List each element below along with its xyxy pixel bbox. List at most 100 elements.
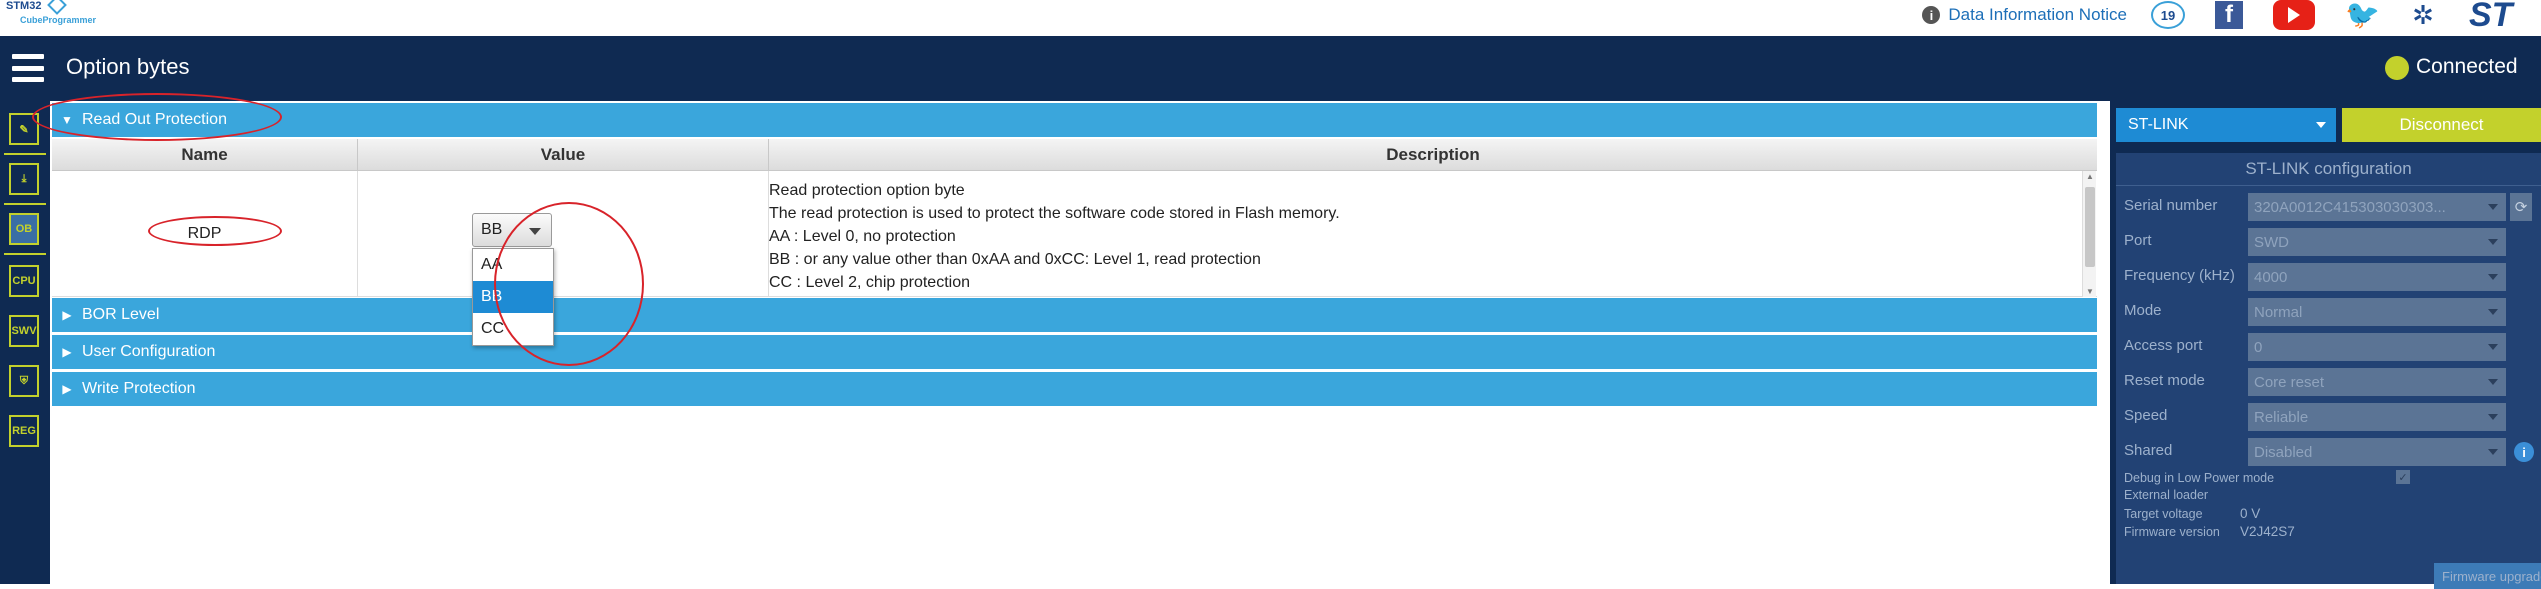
reset-mode-select[interactable]: Core reset [2248,368,2506,396]
config-value: Core reset [2254,373,2325,391]
option-bytes-icon[interactable]: OB [9,213,39,245]
section-user-configuration[interactable]: ▶ User Configuration [52,335,2097,369]
scroll-down-icon[interactable]: ▼ [2085,287,2095,296]
config-title: ST-LINK configuration [2245,159,2412,178]
interface-select[interactable]: ST-LINK [2116,108,2336,142]
hamburger-menu-icon[interactable] [12,54,44,82]
section-title: BOR Level [82,306,160,323]
scroll-up-icon[interactable]: ▲ [2085,172,2095,181]
config-label: Serial number [2124,197,2218,214]
description-line: The read protection is used to protect t… [769,205,1340,222]
config-label: Frequency (kHz) [2124,267,2235,284]
refresh-icon[interactable]: ⟳ [2510,193,2532,221]
facebook-icon[interactable]: f [2215,1,2243,29]
chevron-down-icon [2488,274,2498,280]
st-logo-icon[interactable]: ST [2469,0,2541,32]
sidebar-divider [4,153,46,155]
target-voltage-label: Target voltage [2124,507,2203,521]
debug-low-power-label: Debug in Low Power mode [2124,471,2275,485]
chevron-down-icon [2488,449,2498,455]
chevron-down-icon [2488,204,2498,210]
app-header: Option bytes Connected [0,36,2541,101]
column-header-description: Description [1386,145,1480,164]
config-value: Normal [2254,303,2303,321]
description-line: AA : Level 0, no protection [769,228,956,245]
chevron-right-icon: ▶ [62,345,72,359]
firmware-upgrade-button[interactable]: Firmware upgrade [2434,563,2541,589]
config-label: Speed [2124,407,2168,424]
speed-select[interactable]: Reliable [2248,403,2506,431]
section-read-out-protection[interactable]: ▼ Read Out Protection [52,103,2097,137]
scrollbar-thumb[interactable] [2085,187,2095,267]
description-line: CC : Level 2, chip protection [769,274,970,291]
twitter-icon[interactable]: 🐦 [2345,1,2380,29]
logo-text-stm32: STM32 [6,0,42,12]
firmware-version-label: Firmware version [2124,525,2220,539]
interface-selected-value: ST-LINK [2128,116,2189,133]
access-port-select[interactable]: 0 [2248,333,2506,361]
config-row-serial-number: Serial number 320A0012C415303030303... ⟳ [2124,193,2541,221]
annotation-oval-rdp [148,216,282,246]
security-shield-icon[interactable]: ⛨ [9,365,39,397]
serial-number-select[interactable]: 320A0012C415303030303... [2248,193,2506,221]
network-icon[interactable]: ✲ [2407,1,2439,29]
section-title: User Configuration [82,343,216,360]
option-bytes-panel: ▼ Read Out Protection Name Value Descrip… [50,101,2100,584]
config-row-shared: Shared Disabled i [2124,438,2541,466]
top-right-links: i Data Information Notice 19 f 🐦 ✲ ST [1922,0,2541,32]
registers-icon[interactable]: REG [9,415,39,447]
firmware-version-value: V2J42S7 [2240,524,2295,539]
rdp-description: Read protection option byte The read pro… [769,179,2069,294]
chevron-down-icon [2316,122,2326,128]
youtube-icon[interactable] [2273,0,2315,30]
chevron-right-icon: ▶ [62,308,72,322]
erase-programming-icon[interactable]: ⤓ [9,163,39,195]
disconnect-button[interactable]: Disconnect [2342,108,2541,142]
top-bar: STM32 CubeProgrammer i Data Information … [0,0,2541,36]
connection-status-dot-icon [2385,56,2409,80]
port-select[interactable]: SWD [2248,228,2506,256]
config-value: Reliable [2254,408,2309,426]
section-bor-level[interactable]: ▶ BOR Level [52,298,2097,332]
config-title-divider [2116,185,2541,186]
frequency-select[interactable]: 4000 [2248,263,2506,291]
connection-status-label: Connected [2416,55,2518,78]
section-write-protection[interactable]: ▶ Write Protection [52,372,2097,406]
stm32-cubeprogrammer-logo: STM32 CubeProgrammer [6,0,116,30]
config-label: Access port [2124,337,2203,354]
config-label: Shared [2124,442,2173,459]
left-sidebar: ✎ ⤓ OB CPU SWV ⛨ REG [0,101,50,584]
chevron-down-icon [2488,414,2498,420]
config-row-port: Port SWD [2124,228,2541,256]
cpu-icon[interactable]: CPU [9,265,39,297]
shared-select[interactable]: Disabled [2248,438,2506,466]
anniversary-badge-icon[interactable]: 19 [2151,1,2185,29]
config-row-mode: Mode Normal [2124,298,2541,326]
sidebar-divider [4,253,46,255]
description-line: BB : or any value other than 0xAA and 0x… [769,251,1261,268]
shared-info-icon[interactable]: i [2514,442,2534,462]
info-icon[interactable]: i [1922,6,1941,24]
column-header-value: Value [358,139,769,171]
chevron-right-icon: ▶ [62,382,72,396]
config-value: SWD [2254,233,2289,251]
description-scrollbar[interactable]: ▲ ▼ [2082,171,2096,297]
target-voltage-value: 0 V [2240,506,2261,521]
config-value: 320A0012C415303030303... [2254,198,2446,216]
config-label: Reset mode [2124,372,2205,389]
chevron-down-icon [2488,239,2498,245]
data-information-notice-link[interactable]: Data Information Notice [1948,5,2127,25]
external-loader-label: External loader [2124,488,2209,502]
mode-select[interactable]: Normal [2248,298,2506,326]
config-row-reset-mode: Reset mode Core reset [2124,368,2541,396]
swv-icon[interactable]: SWV [9,315,39,347]
page-title: Option bytes [66,54,190,79]
debug-low-power-checkbox[interactable]: ✓ [2396,470,2410,484]
section-title: Write Protection [82,380,196,397]
stlink-configuration: ST-LINK configuration Serial number 320A… [2116,153,2541,589]
chevron-down-icon [2488,379,2498,385]
table-row: RDP Read protection option byte The read… [52,171,2097,297]
cube-icon [47,0,67,15]
config-row-speed: Speed Reliable [2124,403,2541,431]
description-line: Read protection option byte [769,182,965,199]
